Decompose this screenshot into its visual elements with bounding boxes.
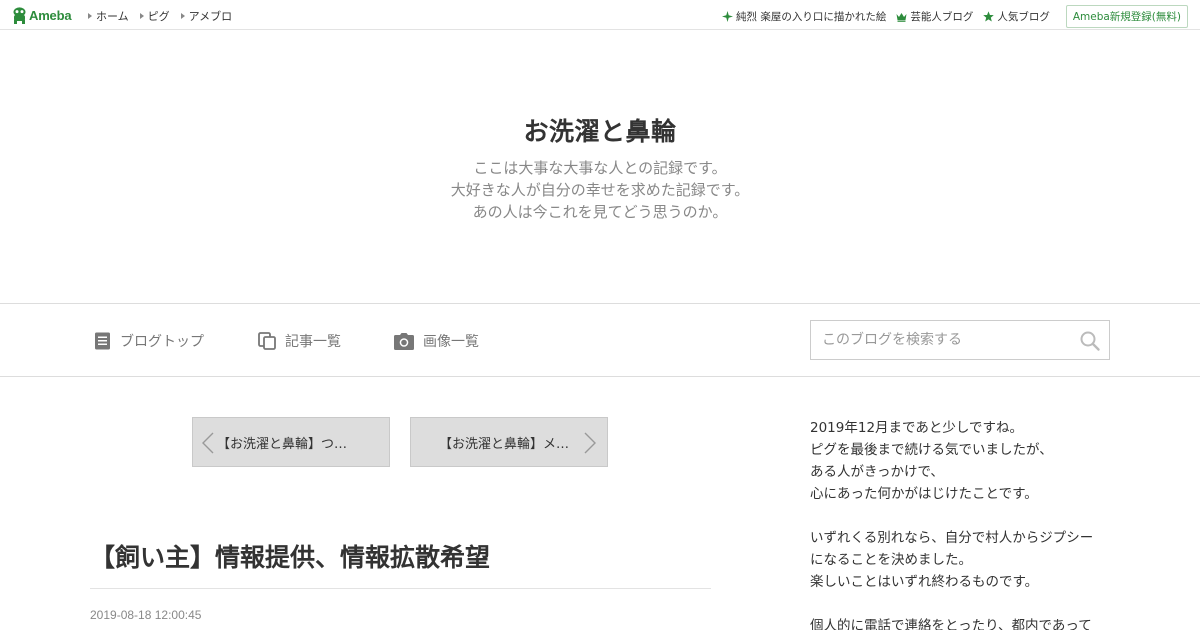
blog-description-line: 大好きな人が自分の幸せを求めた記録です。: [450, 181, 750, 199]
popular-blog-link[interactable]: 人気ブログ: [983, 9, 1050, 24]
camera-icon: [394, 332, 414, 350]
trending-link[interactable]: 純烈 楽屋の入り口に描かれた絵: [721, 9, 886, 24]
sidebar-paragraph: いずれくる別れなら、自分で村人からジプシー になることを決めました。 楽しいこと…: [810, 530, 1094, 590]
blog-nav: ブログトップ 記事一覧 画像一覧: [0, 303, 1200, 377]
next-entry-label: 【お洗濯と鼻輪】メ…: [439, 436, 570, 452]
star-icon: [983, 11, 995, 22]
nav-image-list[interactable]: 画像一覧: [394, 331, 479, 351]
crown-icon: [896, 12, 907, 22]
global-links: 純烈 楽屋の入り口に描かれた絵 芸能人ブログ 人気ブログ Ameba新規登録(無…: [721, 5, 1188, 28]
triangle-right-icon: [180, 13, 185, 19]
blog-search-input[interactable]: [811, 321, 1061, 359]
blog-description-line: ここは大事な大事な人との記録です。: [473, 159, 727, 177]
triangle-right-icon: [139, 13, 144, 19]
nav-home-link[interactable]: ホーム: [88, 8, 129, 24]
nav-pigg-link[interactable]: ピグ: [139, 8, 170, 24]
blog-header: お洗濯と鼻輪 ここは大事な大事な人との記録です。 大好きな人が自分の幸せを求めた…: [0, 30, 1200, 303]
copy-icon: [258, 332, 276, 350]
chevron-right-icon: [584, 432, 596, 454]
sidebar-paragraph: 個人的に電話で連絡をとったり、都内であって: [810, 618, 1092, 630]
entry-divider: [90, 588, 711, 589]
search-icon[interactable]: [1079, 330, 1101, 352]
ameba-logo[interactable]: Ameba: [12, 6, 72, 24]
document-icon: [95, 332, 110, 350]
global-nav: ホーム ピグ アメブロ: [88, 8, 243, 24]
triangle-right-icon: [88, 13, 92, 19]
nav-ameblo-link[interactable]: アメブロ: [180, 8, 232, 24]
sparkle-icon: [721, 11, 733, 22]
prev-entry-label: 【お洗濯と鼻輪】つ…: [217, 436, 348, 452]
ameba-mascot-icon: [13, 6, 26, 24]
entry-date: 2019-08-18 12:00:45: [90, 608, 202, 622]
blog-title[interactable]: お洗濯と鼻輪: [0, 112, 1200, 148]
register-button[interactable]: Ameba新規登録(無料): [1065, 5, 1188, 28]
nav-blog-top[interactable]: ブログトップ: [94, 331, 204, 351]
next-entry-button[interactable]: 【お洗濯と鼻輪】メ…: [410, 417, 608, 467]
global-header: Ameba ホーム ピグ アメブロ 純烈 楽屋の入り口に描かれた絵 芸能人ブログ…: [0, 0, 1200, 30]
celebrity-blog-link[interactable]: 芸能人ブログ: [896, 9, 973, 24]
logo-text: Ameba: [29, 7, 72, 23]
blog-search-box: [810, 320, 1110, 360]
blog-description: ここは大事な大事な人との記録です。 大好きな人が自分の幸せを求めた記録です。 あ…: [0, 157, 1200, 223]
nav-entry-list[interactable]: 記事一覧: [258, 331, 341, 351]
entry-title[interactable]: 【飼い主】情報提供、情報拡散希望: [90, 538, 490, 574]
blog-description-line: あの人は今これを見てどう思うのか。: [472, 203, 728, 221]
prev-entry-button[interactable]: 【お洗濯と鼻輪】つ…: [192, 417, 390, 467]
sidebar-paragraph: 2019年12月まであと少しですね。 ピグを最後まで続ける気でいましたが、 ある…: [810, 420, 1053, 502]
sidebar-profile-text: 2019年12月まであと少しですね。 ピグを最後まで続ける気でいましたが、 ある…: [810, 417, 1110, 630]
chevron-left-icon: [202, 432, 214, 454]
